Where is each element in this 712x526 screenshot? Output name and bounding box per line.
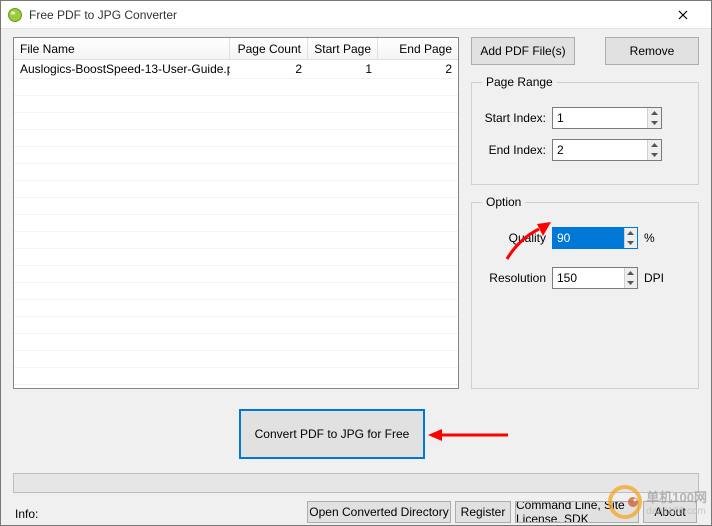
close-button[interactable] [661,2,705,28]
col-page-count[interactable]: Page Count [230,38,308,59]
resolution-label: Resolution [482,271,552,285]
resolution-up[interactable] [625,268,637,278]
title-bar: Free PDF to JPG Converter [1,1,711,29]
register-button[interactable]: Register [455,501,511,523]
convert-button[interactable]: Convert PDF to JPG for Free [239,409,425,459]
cell-file-name: Auslogics-BoostSpeed-13-User-Guide.pdf [14,61,230,77]
table-row[interactable]: Auslogics-BoostSpeed-13-User-Guide.pdf 2… [14,60,458,78]
page-range-legend: Page Range [482,75,557,89]
commandline-button[interactable]: Command Line, Site License, SDK [515,501,639,523]
arrow-annotation-convert [428,425,508,445]
start-index-label: Start Index: [482,111,552,125]
table-header: File Name Page Count Start Page End Page [14,38,458,60]
end-index-up[interactable] [648,140,661,150]
quality-spinner[interactable] [552,227,638,249]
start-index-spinner[interactable] [552,107,662,129]
col-file-name[interactable]: File Name [14,38,230,59]
add-pdf-button[interactable]: Add PDF File(s) [471,37,575,65]
open-directory-button[interactable]: Open Converted Directory [307,501,451,523]
window-title: Free PDF to JPG Converter [29,8,661,22]
resolution-down[interactable] [625,278,637,288]
file-table[interactable]: File Name Page Count Start Page End Page… [13,37,459,389]
option-group: Option Quality % Resolution DPI [471,195,699,389]
cell-start-page: 1 [308,61,378,77]
quality-suffix: % [638,231,655,245]
main-area: File Name Page Count Start Page End Page… [1,29,711,525]
remove-button[interactable]: Remove [605,37,699,65]
table-gridlines [14,78,458,388]
quality-up[interactable] [625,228,637,238]
info-label: Info: [15,507,38,521]
progress-bar [13,473,699,493]
cell-end-page: 2 [378,61,458,77]
end-index-down[interactable] [648,150,661,160]
quality-input[interactable] [553,228,624,248]
col-start-page[interactable]: Start Page [308,38,378,59]
page-range-group: Page Range Start Index: End Index: [471,75,699,185]
end-index-input[interactable] [553,140,647,160]
resolution-input[interactable] [553,268,624,288]
about-button[interactable]: About [643,501,697,523]
cell-page-count: 2 [230,61,308,77]
quality-down[interactable] [625,238,637,248]
end-index-label: End Index: [482,143,552,157]
resolution-spinner[interactable] [552,267,638,289]
quality-label: Quality [482,231,552,245]
start-index-down[interactable] [648,118,661,128]
start-index-input[interactable] [553,108,647,128]
resolution-suffix: DPI [638,271,664,285]
end-index-spinner[interactable] [552,139,662,161]
app-icon [7,7,23,23]
option-legend: Option [482,195,525,209]
start-index-up[interactable] [648,108,661,118]
col-end-page[interactable]: End Page [378,38,458,59]
